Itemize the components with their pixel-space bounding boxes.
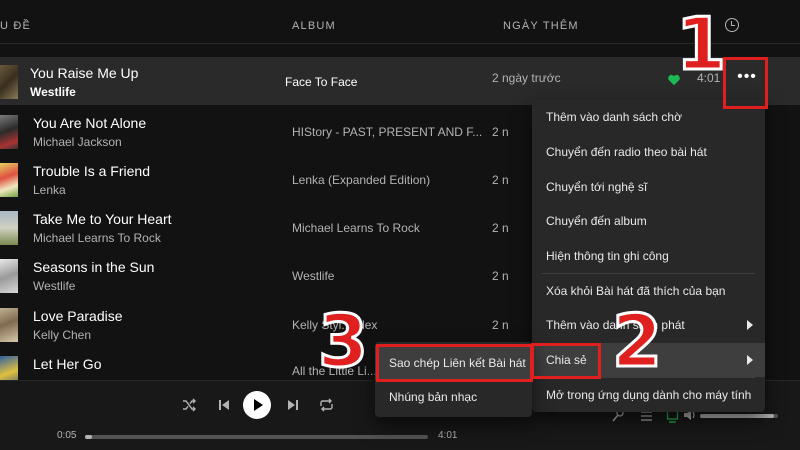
annotation-step-2: 2	[610, 299, 663, 383]
track-title[interactable]: Take Me to Your Heart	[33, 211, 172, 227]
annotation-box-share	[531, 343, 601, 379]
track-title[interactable]: Love Paradise	[33, 308, 123, 324]
menu-item-label: Mở trong ứng dụng dành cho máy tính	[546, 388, 752, 402]
menu-item-embed-track[interactable]: Nhúng bản nhạc	[375, 380, 532, 414]
track-date-added: 2 ngày trước	[492, 71, 561, 85]
album-art-thumbnail	[0, 211, 18, 245]
track-date-added: 2 n	[492, 318, 509, 332]
track-album[interactable]: Face To Face	[285, 75, 357, 89]
menu-item-label: Thêm vào danh sách chờ	[546, 110, 682, 124]
track-title[interactable]: You Are Not Alone	[33, 115, 146, 131]
track-artist[interactable]: Michael Jackson	[33, 135, 122, 149]
track-date-added: 2 n	[492, 269, 509, 283]
playback-progress-bar[interactable]	[85, 435, 428, 439]
menu-item-label: Hiện thông tin ghi công	[546, 249, 669, 263]
elapsed-time: 0:05	[57, 430, 77, 441]
track-title[interactable]: Let Her Go	[33, 356, 101, 372]
volume-slider[interactable]	[700, 414, 778, 418]
track-album[interactable]: Westlife	[292, 269, 334, 283]
playback-progress-fill	[85, 435, 92, 439]
track-artist[interactable]: Kelly Chen	[33, 328, 91, 342]
menu-item-go-to-song-radio[interactable]: Chuyển đến radio theo bài hát	[532, 135, 765, 169]
track-artist[interactable]: Westlife	[30, 85, 76, 99]
annotation-step-1: 1	[674, 2, 727, 86]
album-art-thumbnail	[0, 259, 18, 293]
menu-item-label: Chuyển đến radio theo bài hát	[546, 145, 707, 159]
track-album[interactable]: Lenka (Expanded Edition)	[292, 173, 430, 187]
volume-fill	[700, 414, 775, 418]
annotation-box-copy-link	[376, 344, 533, 382]
menu-item-label: Chuyển đến album	[546, 214, 647, 228]
track-title[interactable]: Trouble Is a Friend	[33, 163, 150, 179]
menu-item-label: Xóa khỏi Bài hát đã thích của bạn	[546, 284, 726, 298]
menu-item-go-to-artist[interactable]: Chuyển tới nghệ sĩ	[532, 170, 765, 204]
header-album-column[interactable]: ALBUM	[292, 20, 336, 32]
annotation-step-3: 3	[316, 299, 369, 383]
play-button[interactable]	[243, 391, 271, 419]
header-date-added-column[interactable]: NGÀY THÊM	[503, 20, 579, 32]
track-artist[interactable]: Westlife	[33, 279, 75, 293]
shuffle-icon[interactable]	[182, 398, 196, 412]
total-time: 4:01	[438, 430, 458, 441]
album-art-thumbnail	[0, 163, 18, 197]
track-date-added: 2 n	[492, 125, 509, 139]
clock-icon[interactable]	[725, 18, 739, 32]
menu-item-go-to-album[interactable]: Chuyển đến album	[532, 204, 765, 238]
track-artist[interactable]: Lenka	[33, 183, 66, 197]
menu-item-label: Nhúng bản nhạc	[389, 390, 478, 404]
annotation-box-more-options	[723, 57, 768, 109]
repeat-icon[interactable]	[319, 398, 334, 412]
album-art-thumbnail	[0, 65, 18, 99]
track-album[interactable]: Michael Learns To Rock	[292, 221, 420, 235]
album-art-thumbnail	[0, 308, 18, 342]
next-icon[interactable]	[287, 398, 299, 412]
chevron-right-icon	[747, 320, 753, 330]
album-art-thumbnail	[0, 115, 18, 149]
track-date-added: 2 n	[492, 221, 509, 235]
track-title[interactable]: You Raise Me Up	[30, 65, 138, 81]
track-album[interactable]: HIStory - PAST, PRESENT AND F...	[292, 125, 482, 139]
menu-item-label: Chuyển tới nghệ sĩ	[546, 180, 648, 194]
menu-item-open-in-desktop-app[interactable]: Mở trong ứng dụng dành cho máy tính	[532, 378, 765, 412]
track-artist[interactable]: Michael Learns To Rock	[33, 231, 161, 245]
track-date-added: 2 n	[492, 173, 509, 187]
chevron-right-icon	[747, 355, 753, 365]
menu-item-show-credits[interactable]: Hiện thông tin ghi công	[532, 239, 765, 273]
track-title[interactable]: Seasons in the Sun	[33, 259, 154, 275]
previous-icon[interactable]	[218, 398, 230, 412]
header-title-column[interactable]: U ĐỀ	[0, 20, 31, 32]
